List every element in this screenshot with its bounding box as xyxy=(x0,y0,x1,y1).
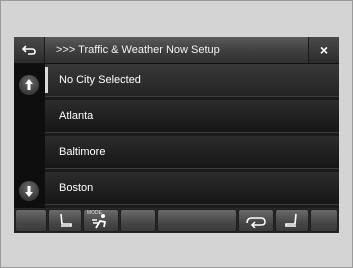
seat-heater-left-button[interactable] xyxy=(48,209,82,232)
list-item-no-city-selected[interactable]: No City Selected xyxy=(45,64,339,97)
list-item-baltimore[interactable]: Baltimore xyxy=(45,136,339,169)
close-icon: × xyxy=(319,42,329,58)
seat-heater-right-button[interactable] xyxy=(275,209,309,232)
scroll-up-icon xyxy=(25,79,33,90)
list-item-atlanta[interactable]: Atlanta xyxy=(45,100,339,133)
page-title: >>> Traffic & Weather Now Setup xyxy=(56,44,220,56)
list-item-label: No City Selected xyxy=(59,74,141,86)
list-item-label: Baltimore xyxy=(59,146,106,158)
city-list: No City Selected Atlanta Baltimore Bosto… xyxy=(45,64,339,208)
close-button[interactable]: × xyxy=(308,37,339,63)
page-frame: >>> Traffic & Weather Now Setup × No Cit… xyxy=(0,0,353,268)
back-arrow-icon xyxy=(22,45,36,55)
bottom-control-bar: MODE xyxy=(14,208,339,233)
list-item-label: Atlanta xyxy=(59,110,94,122)
list-item-label: Boston xyxy=(59,182,94,194)
bottom-button-1[interactable] xyxy=(15,209,47,232)
recirculation-button[interactable] xyxy=(238,209,274,232)
scroll-column xyxy=(14,64,45,208)
bottom-button-4[interactable] xyxy=(120,209,156,232)
mode-label: MODE xyxy=(87,210,102,216)
seat-left-icon xyxy=(60,213,72,227)
back-button[interactable] xyxy=(14,37,45,63)
climate-mode-button[interactable]: MODE xyxy=(83,209,119,232)
list-item-boston[interactable]: Boston xyxy=(45,172,339,205)
scroll-down-icon xyxy=(25,186,33,197)
seat-right-icon xyxy=(285,213,297,227)
scroll-down-button[interactable] xyxy=(19,181,39,201)
bottom-button-8[interactable] xyxy=(310,209,338,232)
screen: >>> Traffic & Weather Now Setup × No Cit… xyxy=(14,37,339,233)
scroll-up-button[interactable] xyxy=(19,75,39,95)
bottom-button-5[interactable] xyxy=(157,209,237,232)
recirculation-icon xyxy=(246,216,266,228)
header-bar: >>> Traffic & Weather Now Setup × xyxy=(14,37,339,64)
